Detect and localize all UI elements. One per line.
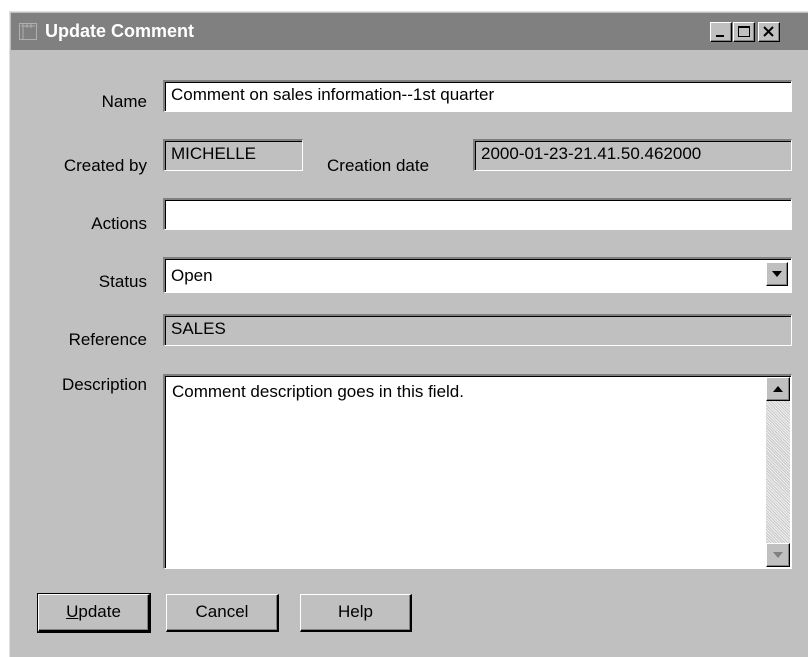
window-title: Update Comment — [45, 21, 195, 41]
update-label: pdate — [78, 602, 121, 621]
scroll-down-button[interactable] — [766, 543, 790, 567]
arrow-down-icon — [773, 552, 783, 558]
arrow-up-icon — [773, 386, 783, 392]
description-textarea[interactable]: Comment description goes in this field. — [163, 374, 792, 569]
dialog-icon — [19, 23, 37, 40]
creation-date-field: 2000-01-23-21.41.50.462000 — [473, 139, 792, 171]
description-label: Description — [61, 375, 147, 394]
help-button[interactable]: Help — [300, 594, 412, 632]
actions-field[interactable] — [163, 198, 792, 230]
close-button[interactable] — [758, 22, 780, 42]
status-selected-value: Open — [171, 266, 213, 285]
maximize-button[interactable] — [733, 22, 755, 42]
update-button[interactable]: Update — [37, 593, 151, 633]
scroll-up-button[interactable] — [766, 377, 790, 401]
status-dropdown-button[interactable] — [766, 262, 788, 286]
update-comment-dialog: Update Comment Name Comment on sales inf… — [9, 11, 808, 657]
minimize-button[interactable] — [710, 22, 732, 42]
description-text: Comment description goes in this field. — [172, 382, 464, 401]
maximize-icon — [738, 26, 750, 37]
reference-label: Reference — [68, 330, 147, 349]
created-by-field: MICHELLE — [163, 139, 303, 171]
actions-label: Actions — [91, 214, 147, 233]
name-field[interactable]: Comment on sales information--1st quarte… — [163, 80, 792, 112]
creation-date-label: Creation date — [327, 156, 430, 175]
status-dropdown[interactable]: Open — [163, 257, 792, 293]
name-label: Name — [101, 92, 147, 111]
description-scrollbar[interactable] — [766, 377, 790, 567]
chevron-down-icon — [772, 271, 782, 277]
status-label: Status — [98, 272, 147, 291]
minimize-icon — [716, 35, 724, 37]
title-bar[interactable]: Update Comment — [11, 13, 808, 50]
close-icon — [763, 26, 774, 37]
created-by-label: Created by — [63, 156, 147, 175]
cancel-button[interactable]: Cancel — [166, 594, 279, 632]
update-mnemonic: U — [66, 602, 79, 621]
reference-field: SALES — [163, 314, 792, 346]
